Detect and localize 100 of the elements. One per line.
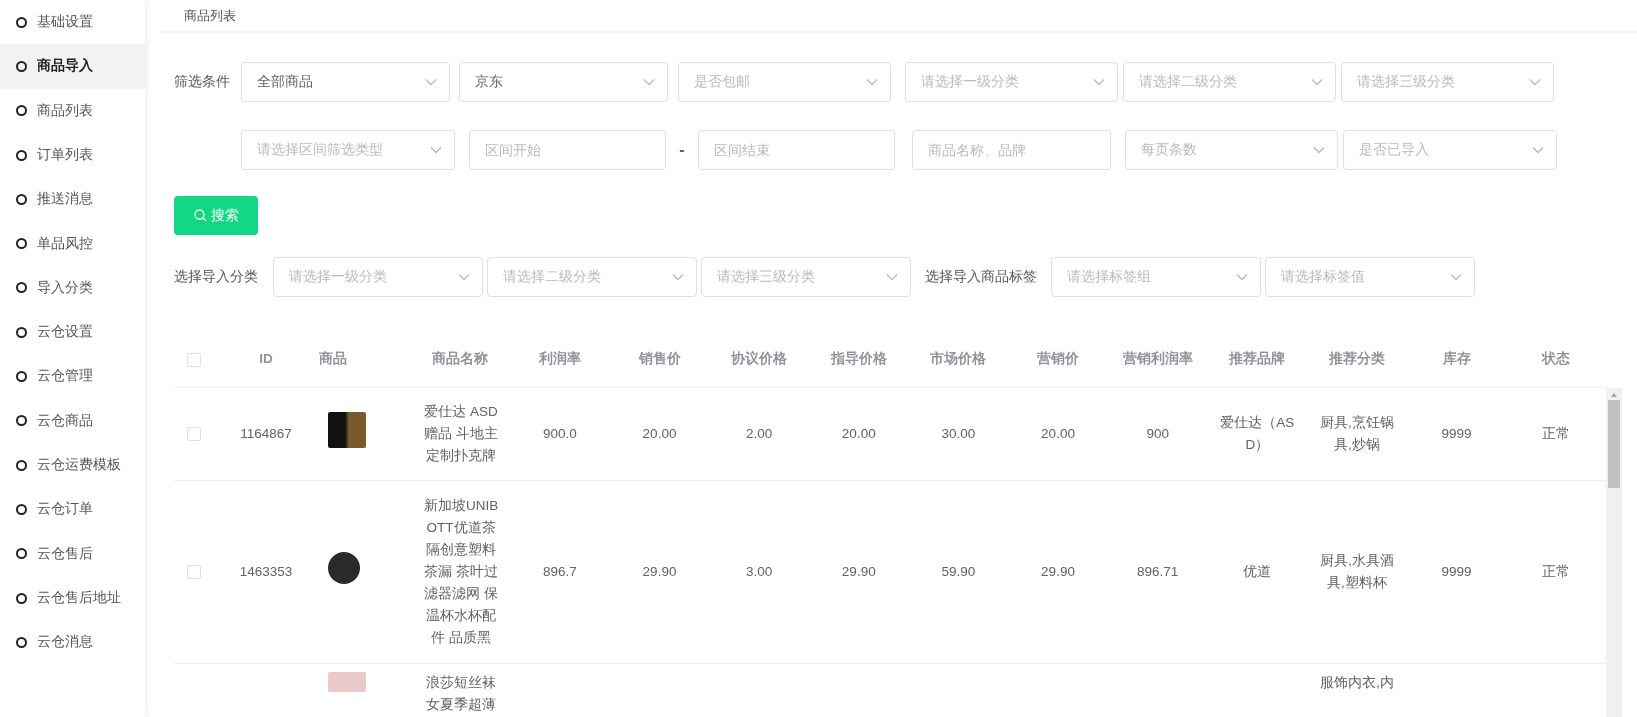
stock-count: 9999 bbox=[1441, 563, 1472, 579]
column-header: 指导价格 bbox=[830, 351, 887, 367]
sidebar-item[interactable]: 商品导入 bbox=[0, 44, 145, 89]
sidebar-item[interactable]: 云仓订单 bbox=[0, 487, 145, 532]
circle-icon bbox=[16, 105, 27, 117]
id-cell: 1164867 bbox=[240, 425, 292, 441]
product-name: 爱仕达 ASD 赠品 斗地主定制扑克牌 bbox=[424, 403, 498, 463]
circle-icon bbox=[16, 326, 27, 338]
circle-icon bbox=[16, 193, 27, 205]
sidebar-item[interactable]: 导入分类 bbox=[0, 265, 145, 311]
agreed-price: 2.00 bbox=[746, 425, 773, 441]
import-tag-label: 选择导入商品标签 bbox=[925, 267, 1037, 286]
circle-icon bbox=[16, 503, 27, 515]
breadcrumb[interactable]: 商品列表 bbox=[159, 0, 1637, 33]
chevron-down-icon bbox=[1532, 146, 1544, 154]
brand-name: 爱仕达（ASD） bbox=[1220, 414, 1295, 452]
promo-profit-rate: 900 bbox=[1146, 425, 1169, 441]
column-header: 商品名称 bbox=[432, 351, 489, 367]
sale-price: 29.90 bbox=[642, 563, 677, 579]
circle-icon bbox=[16, 592, 27, 604]
circle-icon bbox=[16, 282, 27, 294]
circle-icon bbox=[16, 459, 27, 471]
circle-icon bbox=[16, 548, 27, 560]
chevron-down-icon bbox=[1450, 273, 1462, 281]
column-header: 库存 bbox=[1442, 351, 1471, 367]
input-field[interactable]: 商品名称、品牌 bbox=[912, 130, 1111, 170]
circle-icon bbox=[16, 636, 27, 648]
status-text: 正常 bbox=[1542, 563, 1571, 579]
sidebar-item[interactable]: 单品风控 bbox=[0, 221, 145, 266]
product-name: 新加坡UNIBOTT优道茶隔创意塑料茶漏 茶叶过滤器滤网 保温杯水杯配件 品质黑 bbox=[423, 497, 499, 645]
sidebar-item[interactable]: 云仓设置 bbox=[0, 310, 145, 355]
agreed-price: 3.00 bbox=[746, 563, 773, 579]
column-header: 利润率 bbox=[538, 351, 581, 367]
column-header: 商品 bbox=[319, 351, 348, 367]
chevron-down-icon bbox=[425, 78, 437, 86]
promo-profit-rate: 896.71 bbox=[1137, 563, 1179, 579]
sidebar-item[interactable]: 商品列表 bbox=[0, 88, 145, 133]
dash-separator: - bbox=[678, 140, 686, 160]
chevron-down-icon bbox=[672, 273, 684, 281]
sidebar-item[interactable]: 订单列表 bbox=[0, 132, 145, 178]
circle-icon bbox=[16, 371, 27, 382]
scroll-up-icon[interactable] bbox=[1610, 392, 1618, 398]
row-checkbox[interactable] bbox=[187, 564, 201, 579]
chevron-down-icon bbox=[1313, 146, 1325, 154]
column-header: 营销利润率 bbox=[1122, 351, 1193, 367]
profit-rate: 900.0 bbox=[543, 425, 577, 441]
scrollbar[interactable] bbox=[1606, 388, 1622, 717]
market-price: 30.00 bbox=[941, 425, 976, 441]
id-cell: 1463353 bbox=[239, 563, 293, 579]
market-price: 59.90 bbox=[941, 563, 976, 579]
circle-icon bbox=[16, 16, 27, 28]
sidebar-item[interactable]: 基础设置 bbox=[0, 0, 145, 45]
sidebar-item[interactable]: 云仓售后 bbox=[0, 531, 145, 576]
sidebar-item[interactable]: 云仓管理 bbox=[0, 354, 145, 399]
row-checkbox[interactable] bbox=[187, 426, 201, 441]
sidebar-item[interactable]: 云仓消息 bbox=[0, 620, 145, 665]
brand-name: 优道 bbox=[1243, 563, 1272, 579]
profit-rate: 896.7 bbox=[543, 563, 577, 579]
select-field[interactable]: 全部商品 bbox=[241, 62, 450, 102]
category-text: 厨具,烹饪锅具,炒锅 bbox=[1320, 414, 1394, 452]
search-icon bbox=[193, 209, 207, 222]
column-header: 营销价 bbox=[1037, 351, 1079, 367]
chevron-down-icon bbox=[430, 146, 442, 154]
column-header: 市场价格 bbox=[930, 351, 987, 367]
stock-count: 9999 bbox=[1441, 425, 1472, 441]
guide-price: 20.00 bbox=[841, 425, 876, 441]
sale-price: 20.00 bbox=[642, 425, 677, 441]
product-photo-placeholder bbox=[328, 412, 367, 448]
chevron-down-icon bbox=[1311, 78, 1323, 86]
promo-price: 20.00 bbox=[1041, 425, 1075, 441]
sidebar-item[interactable]: 云仓商品 bbox=[0, 398, 145, 443]
input-field[interactable]: 区间结束 bbox=[698, 130, 895, 170]
filter-label: 筛选条件 bbox=[174, 73, 231, 91]
sidebar-item[interactable]: 云仓售后地址 bbox=[0, 575, 145, 621]
select-field[interactable]: 京东 bbox=[459, 62, 668, 102]
sidebar-item[interactable]: 云仓运费模板 bbox=[0, 442, 145, 488]
circle-icon bbox=[16, 149, 27, 161]
guide-price: 29.90 bbox=[841, 563, 876, 579]
column-header: 推荐分类 bbox=[1328, 351, 1385, 367]
promo-price: 29.90 bbox=[1041, 563, 1075, 579]
sidebar-item[interactable]: 推送消息 bbox=[0, 177, 145, 222]
chevron-down-icon bbox=[1529, 78, 1541, 86]
chevron-down-icon bbox=[1093, 78, 1105, 86]
chevron-down-icon bbox=[643, 78, 655, 86]
chevron-down-icon bbox=[1236, 273, 1248, 281]
scrollbar-thumb[interactable] bbox=[1608, 400, 1620, 488]
column-header: ID bbox=[259, 351, 273, 367]
select-all-checkbox[interactable] bbox=[187, 352, 201, 367]
chevron-down-icon bbox=[886, 273, 898, 281]
chevron-down-icon bbox=[458, 273, 470, 281]
category-text: 厨具,水具酒具,塑料杯 bbox=[1320, 552, 1394, 590]
input-field[interactable]: 区间开始 bbox=[469, 130, 666, 170]
import-category-label: 选择导入分类 bbox=[174, 267, 259, 286]
column-header: 协议价格 bbox=[731, 351, 788, 367]
product-photo-placeholder bbox=[328, 552, 361, 584]
column-header: 销售价 bbox=[638, 351, 681, 367]
status-text: 正常 bbox=[1542, 425, 1571, 441]
circle-icon bbox=[16, 415, 27, 427]
column-header: 状态 bbox=[1542, 351, 1571, 367]
circle-icon bbox=[16, 238, 27, 250]
